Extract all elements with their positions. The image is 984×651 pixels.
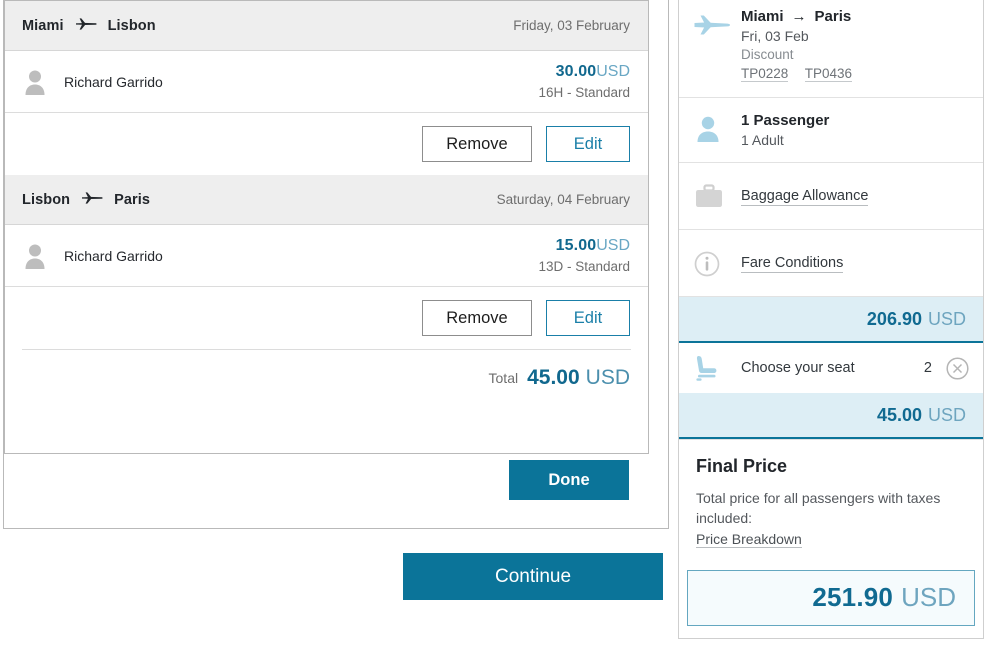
seat-price-band: 45.00 USD bbox=[679, 393, 983, 439]
itinerary-destination: Paris bbox=[814, 8, 852, 25]
leg-route-2: Lisbon Paris bbox=[22, 190, 150, 210]
seat-price: 30.00USD bbox=[538, 61, 630, 83]
fare-conditions-link-wrap: Fare Conditions bbox=[741, 254, 967, 273]
continue-button-row: Continue bbox=[403, 553, 663, 600]
seat-selection-panel: Miami Lisbon Friday, 03 February Richard… bbox=[3, 0, 669, 529]
passenger-seat-row-1: Richard Garrido 30.00USD 16H - Standard bbox=[5, 51, 648, 113]
total-label: Total bbox=[488, 370, 519, 386]
edit-seat-button-2[interactable]: Edit bbox=[546, 300, 630, 336]
seat-total-amount: 45.00 bbox=[876, 404, 922, 425]
final-price-description: Total price for all passengers with taxe… bbox=[696, 490, 941, 527]
baggage-allowance-row[interactable]: Baggage Allowance bbox=[679, 163, 983, 230]
final-price-box: 251.90 USD bbox=[687, 569, 975, 626]
passenger-info-2: Richard Garrido bbox=[22, 242, 163, 270]
seat-icon bbox=[693, 353, 741, 383]
leg-header-1: Miami Lisbon Friday, 03 February bbox=[5, 1, 648, 51]
seat-total-currency: USD bbox=[927, 404, 966, 425]
seat-selection-page: Miami Lisbon Friday, 03 February Richard… bbox=[0, 0, 984, 651]
leg-actions-1: Remove Edit bbox=[5, 113, 648, 175]
leg-header-2: Lisbon Paris Saturday, 04 February bbox=[5, 175, 648, 225]
itinerary-summary-row: Miami → Paris Fri, 03 Feb Discount TP022… bbox=[679, 0, 983, 98]
seat-price-amount: 15.00 bbox=[555, 236, 597, 254]
total-currency: USD bbox=[585, 366, 630, 389]
fare-conditions-row[interactable]: Fare Conditions bbox=[679, 230, 983, 297]
seats-total-row: Total 45.00 USD bbox=[5, 350, 648, 406]
flight-numbers: TP0228 TP0436 bbox=[741, 65, 967, 83]
done-button[interactable]: Done bbox=[509, 460, 629, 500]
itinerary-details: Miami → Paris Fri, 03 Feb Discount TP022… bbox=[741, 8, 967, 83]
final-price-title: Final Price bbox=[696, 456, 788, 476]
airplane-icon bbox=[81, 190, 103, 210]
seat-price-amount: 30.00 bbox=[555, 62, 597, 80]
fare-price-band: 206.90 USD bbox=[679, 297, 983, 343]
remove-seat-button-1[interactable]: Remove bbox=[422, 126, 532, 162]
itinerary-date: Fri, 03 Feb bbox=[741, 28, 809, 44]
leg-origin: Lisbon bbox=[22, 191, 71, 208]
fare-price-currency: USD bbox=[927, 308, 966, 329]
passenger-name: Richard Garrido bbox=[64, 247, 163, 264]
leg-date: Saturday, 04 February bbox=[496, 192, 630, 207]
seat-price-block-1: 30.00USD 16H - Standard bbox=[538, 61, 630, 103]
price-breakdown-link[interactable]: Price Breakdown bbox=[696, 531, 802, 548]
total-amount: 45.00 bbox=[527, 366, 580, 389]
trip-summary-sidebar: Miami → Paris Fri, 03 Feb Discount TP022… bbox=[678, 0, 984, 639]
passengers-count: 1 Passenger bbox=[741, 112, 830, 129]
baggage-link-wrap: Baggage Allowance bbox=[741, 187, 967, 206]
final-price-block: Final Price Total price for all passenge… bbox=[679, 439, 983, 562]
airplane-icon bbox=[75, 16, 97, 36]
baggage-allowance-link[interactable]: Baggage Allowance bbox=[741, 188, 869, 206]
passenger-icon bbox=[693, 112, 741, 144]
done-button-row: Done bbox=[4, 460, 649, 500]
passengers-summary-row: 1 Passenger 1 Adult bbox=[679, 98, 983, 163]
passenger-icon bbox=[22, 242, 48, 270]
leg-route-1: Miami Lisbon bbox=[22, 16, 156, 36]
passenger-icon bbox=[22, 68, 48, 96]
seat-price-currency: USD bbox=[596, 236, 630, 254]
edit-seat-button-1[interactable]: Edit bbox=[546, 126, 630, 162]
final-price-amount: 251.90 bbox=[812, 582, 894, 613]
baggage-icon bbox=[693, 181, 741, 211]
seat-price: 15.00USD bbox=[538, 235, 630, 257]
flight-number-2[interactable]: TP0436 bbox=[804, 66, 853, 82]
choose-seat-count: 2 bbox=[923, 360, 932, 376]
passenger-name: Richard Garrido bbox=[64, 73, 163, 90]
passengers-details: 1 Passenger 1 Adult bbox=[741, 112, 967, 148]
info-icon bbox=[693, 248, 741, 278]
selected-seats-card: Miami Lisbon Friday, 03 February Richard… bbox=[4, 0, 649, 454]
choose-seat-row: Choose your seat 2 bbox=[679, 343, 983, 393]
remove-seats-button[interactable] bbox=[946, 356, 969, 380]
leg-origin: Miami bbox=[22, 17, 64, 34]
passenger-info-1: Richard Garrido bbox=[22, 68, 163, 96]
leg-actions-2: Remove Edit bbox=[5, 287, 648, 349]
seat-price-block-2: 15.00USD 13D - Standard bbox=[538, 235, 630, 277]
airplane-icon bbox=[693, 8, 741, 40]
itinerary-origin: Miami bbox=[741, 8, 784, 25]
itinerary-fare-type: Discount bbox=[741, 47, 794, 62]
passenger-seat-row-2: Richard Garrido 15.00USD 13D - Standard bbox=[5, 225, 648, 287]
close-circle-icon bbox=[946, 356, 969, 380]
passengers-breakdown: 1 Adult bbox=[741, 132, 784, 148]
seat-price-currency: USD bbox=[596, 62, 630, 80]
leg-date: Friday, 03 February bbox=[513, 18, 630, 33]
fare-price-amount: 206.90 bbox=[866, 308, 922, 329]
itinerary-route: Miami → Paris bbox=[741, 8, 967, 25]
choose-seat-label: Choose your seat bbox=[741, 360, 855, 376]
continue-button[interactable]: Continue bbox=[403, 553, 663, 600]
leg-destination: Paris bbox=[114, 191, 151, 208]
seat-assignment: 13D - Standard bbox=[538, 259, 630, 275]
remove-seat-button-2[interactable]: Remove bbox=[422, 300, 532, 336]
seat-assignment: 16H - Standard bbox=[538, 85, 630, 101]
leg-destination: Lisbon bbox=[107, 17, 156, 34]
final-price-currency: USD bbox=[901, 582, 956, 613]
arrow-right-icon: → bbox=[791, 8, 807, 25]
fare-conditions-link[interactable]: Fare Conditions bbox=[741, 255, 844, 273]
flight-number-1[interactable]: TP0228 bbox=[741, 66, 789, 82]
